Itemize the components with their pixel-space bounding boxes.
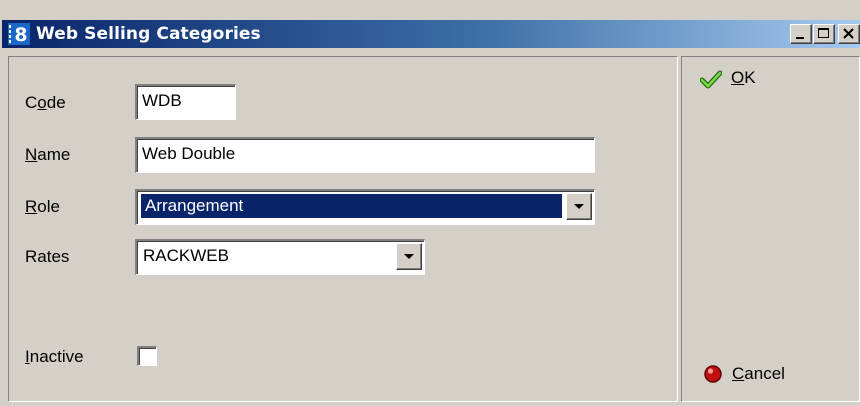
code-label-accel: o [37, 93, 47, 112]
cancel-accel: C [732, 364, 745, 383]
code-label-suffix: de [46, 93, 66, 112]
rates-select-value: RACKWEB [143, 246, 229, 265]
rates-select[interactable]: RACKWEB [135, 239, 425, 275]
code-label-prefix: C [25, 93, 38, 112]
app-icon-glyph: 8 [14, 24, 27, 45]
name-label: Name [25, 145, 70, 165]
dialog-window: 8 Web Selling Categories Code WDB Name W… [0, 0, 860, 406]
form-panel [8, 56, 678, 402]
code-label: Code [25, 93, 66, 113]
rates-dropdown-button[interactable] [396, 243, 422, 270]
app-icon: 8 [8, 23, 30, 45]
close-icon [843, 28, 854, 39]
button-panel [681, 56, 860, 402]
chevron-down-icon [404, 254, 414, 259]
name-label-accel: N [25, 145, 38, 164]
maximize-icon [818, 28, 829, 38]
name-input[interactable]: Web Double [135, 137, 595, 173]
minimize-button[interactable] [790, 24, 812, 44]
window-title: Web Selling Categories [36, 24, 261, 44]
inactive-label-suffix: nactive [29, 347, 84, 366]
role-select-value: Arrangement [141, 194, 562, 218]
red-circle-icon [704, 365, 722, 383]
ok-accel: O [731, 68, 745, 87]
role-select[interactable]: Arrangement [135, 189, 595, 225]
close-button[interactable] [838, 24, 860, 44]
role-label-accel: R [25, 197, 38, 216]
ok-rest: K [744, 68, 756, 87]
role-label: Role [25, 197, 60, 217]
inactive-checkbox[interactable] [137, 346, 157, 366]
rates-label: Rates [25, 247, 70, 266]
checkmark-icon [700, 70, 722, 89]
maximize-button[interactable] [813, 24, 835, 44]
chevron-down-icon [574, 204, 584, 209]
role-label-suffix: ole [37, 197, 60, 216]
minimize-icon [796, 37, 804, 39]
ok-button[interactable]: OK [700, 68, 840, 94]
ok-button-label: OK [731, 68, 756, 88]
cancel-button-label: Cancel [732, 364, 785, 384]
code-input[interactable]: WDB [135, 84, 236, 120]
cancel-button[interactable]: Cancel [703, 364, 843, 390]
role-dropdown-button[interactable] [566, 193, 592, 220]
cancel-rest: ancel [744, 364, 785, 383]
inactive-label: Inactive [25, 347, 84, 367]
title-bar[interactable]: 8 Web Selling Categories [2, 20, 860, 48]
name-label-suffix: ame [37, 145, 71, 164]
